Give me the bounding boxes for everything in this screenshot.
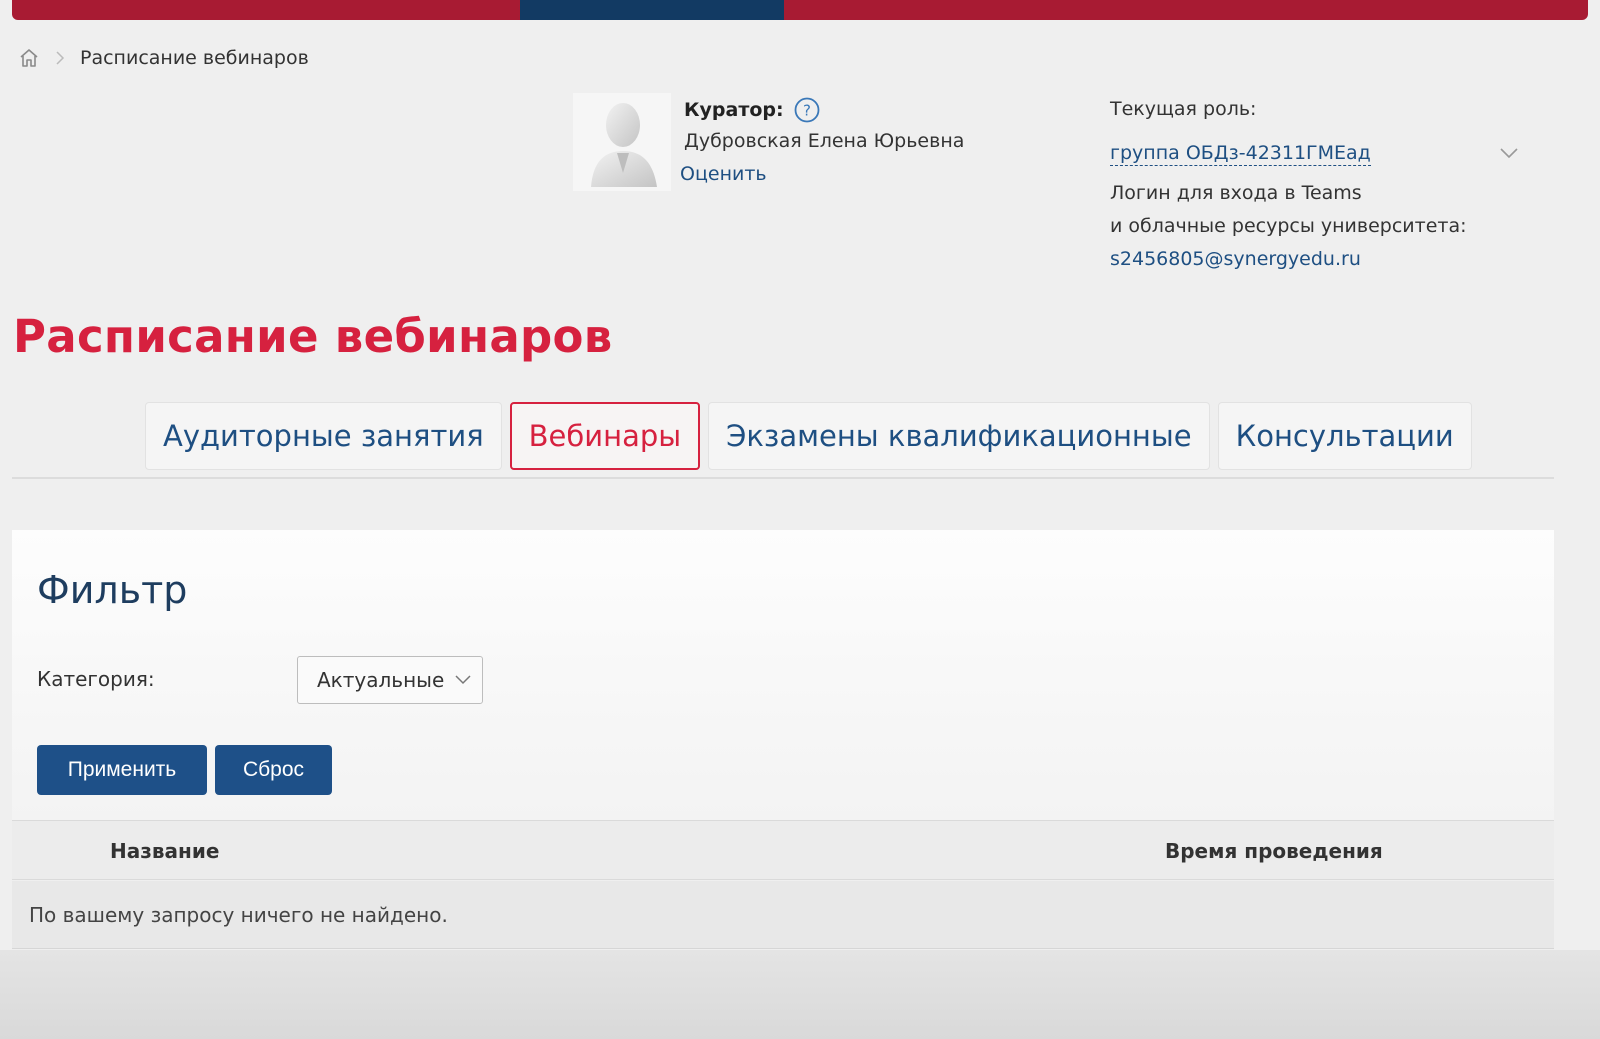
- question-circle-icon[interactable]: ?: [794, 97, 820, 123]
- login-info-line1: Логин для входа в Teams: [1110, 182, 1362, 204]
- schedule-tabs: Аудиторные занятия Вебинары Экзамены ква…: [145, 402, 1472, 472]
- curator-label-row: Куратор: ?: [684, 96, 820, 124]
- breadcrumb-current: Расписание вебинаров: [80, 47, 309, 69]
- home-icon[interactable]: [18, 47, 40, 69]
- login-email: s2456805@synergyedu.ru: [1110, 248, 1361, 270]
- chevron-down-icon[interactable]: [454, 674, 472, 686]
- tabs-divider: [12, 477, 1554, 479]
- chevron-down-icon[interactable]: [1498, 146, 1520, 160]
- login-info-line2: и облачные ресурсы университета:: [1110, 215, 1467, 237]
- current-role-label: Текущая роль:: [1110, 98, 1257, 120]
- category-select[interactable]: Актуальные: [297, 656, 483, 704]
- breadcrumb: Расписание вебинаров: [18, 44, 309, 72]
- user-silhouette-icon: [591, 103, 657, 187]
- curator-label: Куратор:: [684, 99, 784, 121]
- table-header: Название Время проведения: [12, 820, 1554, 880]
- column-header-name[interactable]: Название: [110, 839, 219, 863]
- svg-text:?: ?: [803, 102, 811, 120]
- role-dropdown[interactable]: группа ОБДз-42311ГМЕад: [1110, 138, 1520, 168]
- column-header-time[interactable]: Время проведения: [1165, 839, 1383, 863]
- tab-webinars[interactable]: Вебинары: [509, 402, 701, 470]
- page-title: Расписание вебинаров: [13, 310, 613, 363]
- top-nav-active-item[interactable]: [520, 0, 784, 20]
- top-navigation-bar[interactable]: [12, 0, 1588, 20]
- category-label: Категория:: [37, 667, 155, 691]
- filter-panel: Фильтр Категория: Актуальные Применить С…: [12, 530, 1554, 820]
- tab-classroom[interactable]: Аудиторные занятия: [145, 402, 502, 470]
- rate-curator-link[interactable]: Оценить: [680, 163, 767, 185]
- empty-message: По вашему запросу ничего не найдено.: [29, 903, 448, 927]
- tab-consultations[interactable]: Консультации: [1217, 402, 1472, 470]
- curator-avatar: [573, 93, 671, 191]
- filter-title: Фильтр: [37, 568, 188, 612]
- curator-name: Дубровская Елена Юрьевна: [684, 130, 965, 152]
- reset-button[interactable]: Сброс: [215, 745, 332, 795]
- page: Расписание вебинаров Куратор: ? Дубровск…: [0, 0, 1600, 1039]
- chevron-right-icon: [56, 51, 65, 65]
- tab-qualification-exams[interactable]: Экзамены квалификационные: [708, 402, 1210, 470]
- table-empty-row: По вашему запросу ничего не найдено.: [12, 881, 1554, 949]
- page-bottom-area: [0, 950, 1600, 1039]
- role-dropdown-value[interactable]: группа ОБДз-42311ГМЕад: [1110, 141, 1371, 166]
- category-select-value[interactable]: Актуальные: [317, 668, 444, 692]
- apply-button[interactable]: Применить: [37, 745, 207, 795]
